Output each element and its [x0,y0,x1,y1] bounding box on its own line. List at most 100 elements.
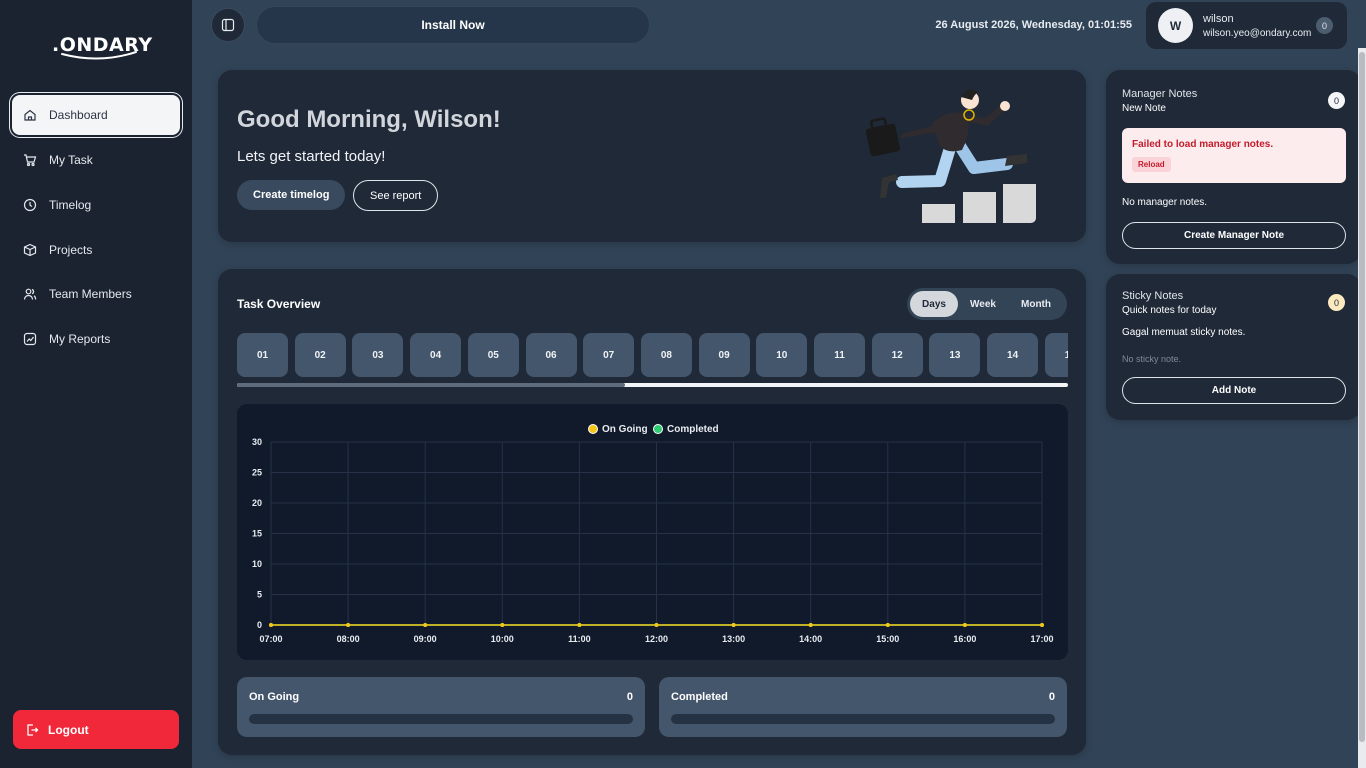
sidebar-item-label: Team Members [49,287,132,301]
add-note-button[interactable]: Add Note [1122,377,1346,404]
day-chip[interactable]: 08 [640,333,692,377]
greeting-subtitle: Lets get started today! [237,148,386,165]
data-point-ongoing [654,623,659,627]
day-chip[interactable]: 10 [756,333,808,377]
data-point-ongoing [1040,623,1044,627]
user-profile-card[interactable]: W wilson wilson.yeo@ondary.com 0 [1146,2,1347,49]
tab-days[interactable]: Days [910,291,958,317]
logo-swoosh-icon [61,51,137,60]
day-chip[interactable]: 02 [294,333,346,377]
task-line-chart: 0 5 10 15 20 25 30 07:00 08:00 09:00 10:00 11:00 12:… [252,424,1054,644]
day-chip[interactable]: 12 [871,333,923,377]
y-tick-label: 30 [252,437,262,447]
data-point-ongoing [423,623,428,627]
sidebar-item-my-reports[interactable]: My Reports [12,319,180,359]
x-tick-label: 09:00 [414,634,437,644]
x-tick-label: 14:00 [799,634,822,644]
y-tick-label: 25 [252,468,262,478]
sidebar-item-dashboard[interactable]: Dashboard [12,95,180,135]
sidebar-item-timelog[interactable]: Timelog [12,185,180,225]
page-scrollbar-thumb[interactable] [1359,52,1365,742]
sticky-notes-empty: No sticky note. [1122,354,1182,364]
sidebar-item-label: Dashboard [49,108,108,122]
data-point-ongoing [500,623,505,627]
sticky-notes-error: Gagal memuat sticky notes. [1122,327,1246,338]
data-point-ongoing [962,623,967,627]
day-chip[interactable]: 09 [698,333,750,377]
tab-month[interactable]: Month [1008,291,1064,317]
home-icon [23,108,37,122]
sidebar-item-team-members[interactable]: Team Members [12,274,180,314]
running-man-illustration-icon [865,89,1036,223]
day-scroll-thumb[interactable] [237,383,625,387]
ongoing-stat-card: On Going 0 [237,677,645,737]
manager-notes-empty: No manager notes. [1122,197,1208,208]
day-chip[interactable]: 06 [525,333,577,377]
ongoing-stat-value: 0 [626,691,633,703]
current-datetime: 26 August 2026, Wednesday, 01:01:55 [935,19,1132,31]
sticky-notes-subtitle: Quick notes for today [1122,305,1217,316]
install-now-button[interactable]: Install Now [256,6,650,44]
sidebar-toggle-button[interactable] [211,8,245,42]
x-tick-label: 13:00 [722,634,745,644]
day-chip[interactable]: 03 [352,333,404,377]
cart-icon [23,153,37,167]
y-tick-label: 5 [257,590,262,600]
notification-badge[interactable]: 0 [1316,17,1333,34]
clock-icon [23,198,37,212]
day-chip[interactable]: 15 [1044,333,1068,377]
day-chip[interactable]: 11 [814,333,865,377]
legend-label: Completed [667,424,719,435]
user-name: wilson [1203,13,1234,25]
day-chip[interactable]: 01 [237,333,288,377]
x-tick-label: 08:00 [337,634,360,644]
panel-toggle-icon [221,18,235,32]
day-chip[interactable]: 07 [583,333,635,377]
sticky-notes-card: Sticky Notes Quick notes for today 0 Gag… [1106,274,1361,420]
reload-button[interactable]: Reload [1132,157,1171,172]
data-point-ongoing [346,623,351,627]
completed-stat-card: Completed 0 [659,677,1067,737]
data-point-ongoing [808,623,813,627]
manager-notes-subtitle: New Note [1122,103,1166,114]
manager-notes-title: Manager Notes [1122,88,1198,100]
ongoing-stat-label: On Going [249,691,300,703]
manager-notes-error-text: Failed to load manager notes. [1132,139,1274,150]
day-chip[interactable]: 04 [410,333,462,377]
ongoing-progress-bar [249,714,633,724]
day-chip[interactable]: 13 [929,333,981,377]
day-selector: 010203040506070809101112131415 [237,333,1068,377]
avatar[interactable]: W [1158,8,1193,43]
task-chart: 0 5 10 15 20 25 30 07:00 08:00 09:00 10:00 11:00 12:… [237,404,1068,660]
see-report-button[interactable]: See report [353,180,439,211]
task-overview-card: Task Overview Days Week Month 01 02 03 04 05… [218,269,1086,755]
sidebar-item-projects[interactable]: Projects [12,230,180,270]
range-tabs: Days Week Month [907,288,1067,320]
day-chip[interactable]: 05 [467,333,519,377]
day-chip[interactable]: 14 [987,333,1039,377]
x-tick-label: 12:00 [645,634,668,644]
x-tick-label: 11:00 [568,634,591,644]
x-tick-label: 17:00 [1030,634,1053,644]
y-tick-label: 20 [252,498,262,508]
welcome-card: Good Morning, Wilson! Lets get started t… [218,70,1086,242]
completed-stat-value: 0 [1048,691,1055,703]
data-point-ongoing [885,623,890,627]
users-icon [23,287,37,301]
page-scrollbar[interactable] [1358,48,1366,768]
data-point-ongoing [269,623,273,627]
create-manager-note-button[interactable]: Create Manager Note [1122,222,1346,249]
legend-marker [653,424,663,434]
logout-label: Logout [48,722,89,737]
sticky-notes-title: Sticky Notes [1122,290,1184,302]
manager-notes-error: Failed to load manager notes. Reload [1122,128,1346,183]
manager-notes-count-badge: 0 [1328,92,1345,109]
create-timelog-button[interactable]: Create timelog [237,180,346,210]
sidebar-item-label: My Task [49,153,93,167]
legend-label: On Going [602,424,648,435]
tab-week[interactable]: Week [958,291,1008,317]
sidebar-item-label: My Reports [49,332,111,346]
x-tick-label: 16:00 [953,634,976,644]
sidebar-item-my-task[interactable]: My Task [12,140,180,180]
logout-button[interactable]: Logout [13,710,179,749]
